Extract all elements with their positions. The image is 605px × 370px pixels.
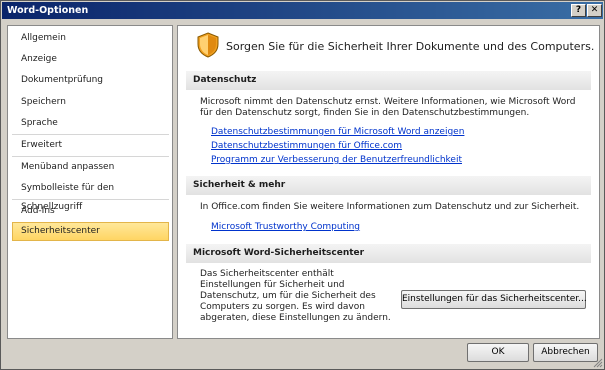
- window-title: Word-Optionen: [7, 5, 89, 16]
- shield-icon: [197, 32, 219, 58]
- security-description: In Office.com finden Sie weitere Informa…: [200, 202, 580, 212]
- sidebar-item-allgemein[interactable]: Allgemein: [12, 29, 169, 48]
- content-panel: Sorgen Sie für die Sicherheit Ihrer Doku…: [177, 25, 600, 339]
- sidebar-divider: [12, 134, 169, 135]
- sidebar-item-sprache[interactable]: Sprache: [12, 114, 169, 133]
- sidebar-item-addins[interactable]: Add-Ins: [12, 202, 169, 221]
- sidebar-divider: [12, 156, 169, 157]
- sidebar-item-erweitert[interactable]: Erweitert: [12, 136, 169, 155]
- trust-center-description: Das Sicherheitscenter enthält Einstellun…: [200, 269, 391, 323]
- category-sidebar: Allgemein Anzeige Dokumentprüfung Speich…: [7, 25, 173, 339]
- help-button[interactable]: ?: [571, 4, 586, 17]
- options-dialog: Word-Optionen ? ✕ Allgemein Anzeige Doku…: [0, 0, 605, 370]
- link-ceip[interactable]: Programm zur Verbesserung der Benutzerfr…: [211, 155, 462, 165]
- title-bar[interactable]: Word-Optionen ? ✕: [2, 2, 603, 19]
- cancel-button[interactable]: Abbrechen: [533, 343, 598, 362]
- sidebar-item-sicherheitscenter[interactable]: Sicherheitscenter: [12, 222, 169, 241]
- ok-button[interactable]: OK: [467, 343, 529, 362]
- resize-grip-icon[interactable]: [593, 358, 603, 368]
- sidebar-item-anzeige[interactable]: Anzeige: [12, 50, 169, 69]
- sidebar-divider: [12, 199, 169, 200]
- section-header-datenschutz: Datenschutz: [186, 71, 591, 90]
- close-button[interactable]: ✕: [587, 4, 602, 17]
- link-privacy-office[interactable]: Datenschutzbestimmungen für Office.com: [211, 141, 402, 151]
- trust-center-settings-button[interactable]: Einstellungen für das Sicherheitscenter.…: [401, 290, 587, 309]
- sidebar-item-schnellzugriff[interactable]: Symbolleiste für den Schnellzugriff: [12, 179, 169, 212]
- section-header-sicherheit: Sicherheit & mehr: [186, 176, 591, 195]
- privacy-description: Microsoft nimmt den Datenschutz ernst. W…: [200, 97, 576, 118]
- sidebar-item-dokumentpruefung[interactable]: Dokumentprüfung: [12, 71, 169, 90]
- link-trustworthy-computing[interactable]: Microsoft Trustworthy Computing: [211, 222, 360, 232]
- sidebar-item-speichern[interactable]: Speichern: [12, 93, 169, 112]
- section-header-sicherheitscenter: Microsoft Word-Sicherheitscenter: [186, 244, 591, 263]
- page-headline: Sorgen Sie für die Sicherheit Ihrer Doku…: [226, 40, 595, 53]
- sidebar-item-menueband[interactable]: Menüband anpassen: [12, 158, 169, 177]
- link-privacy-word[interactable]: Datenschutzbestimmungen für Microsoft Wo…: [211, 127, 464, 137]
